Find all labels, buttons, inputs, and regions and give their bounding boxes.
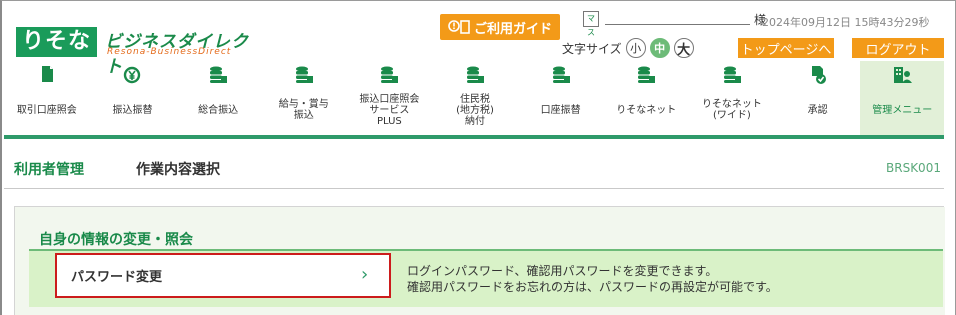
nav-label: りそなネット (ワイド) xyxy=(701,99,762,121)
font-size-label: 文字サイズ xyxy=(562,41,622,56)
description-line-2: 確認用パスワードをお忘れの方は、パスワードの再設定が可能です。 xyxy=(407,280,778,294)
main-panel: 自身の情報の変更・照会 パスワード変更 › ログインパスワード、確認用パスワード… xyxy=(14,206,945,315)
yen-icon xyxy=(124,66,141,84)
font-size-small-button[interactable]: 小 xyxy=(625,38,646,58)
nav-item-transfer[interactable]: 振込振替 xyxy=(90,61,176,135)
main-nav: 取引口座照会 振込振替 総合振込 給与・賞与 振込 振込口座照会 サービス PL… xyxy=(4,61,945,135)
top-page-button[interactable]: トップページへ xyxy=(738,38,834,58)
logo-service-subname: Resona-BusinessDirect xyxy=(107,47,232,57)
chevron-right-icon: › xyxy=(361,264,369,285)
nav-item-bulk-transfer[interactable]: 総合振込 xyxy=(175,61,261,135)
nav-label: 振込振替 xyxy=(112,104,153,116)
admin-icon xyxy=(894,67,913,83)
nav-item-direct-debit[interactable]: 口座振替 xyxy=(518,61,604,135)
password-change-description: ログインパスワード、確認用パスワードを変更できます。 確認用パスワードをお忘れの… xyxy=(407,263,778,295)
approve-icon xyxy=(811,66,826,84)
logo-brand: りそな xyxy=(16,27,98,57)
password-change-button[interactable]: パスワード変更 › xyxy=(55,253,391,298)
nav-item-payroll[interactable]: 給与・賞与 振込 xyxy=(261,61,347,135)
nav-item-account-inquiry[interactable]: 取引口座照会 xyxy=(4,61,90,135)
nav-item-resident-tax[interactable]: 住民税 (地方税) 納付 xyxy=(432,61,518,135)
coin-stack-icon xyxy=(381,66,399,83)
coin-stack-icon xyxy=(638,66,656,83)
coin-stack-icon xyxy=(467,66,485,83)
nav-label: 取引口座照会 xyxy=(16,104,77,116)
user-name-field xyxy=(605,11,750,25)
user-icon: マス xyxy=(583,11,599,37)
nav-item-resona-net[interactable]: りそなネット xyxy=(603,61,689,135)
nav-label: 承認 xyxy=(807,104,828,116)
app-window: りそな ビジネスダイレクト Resona-BusinessDirect ご利用ガ… xyxy=(0,0,956,315)
password-change-label: パスワード変更 xyxy=(71,270,163,285)
menu-row-password: パスワード変更 › ログインパスワード、確認用パスワードを変更できます。 確認用… xyxy=(29,251,943,307)
coin-stack-icon xyxy=(295,66,313,83)
nav-item-transfer-account-inquiry-plus[interactable]: 振込口座照会 サービス PLUS xyxy=(347,61,433,135)
nav-label: 管理メニュー xyxy=(872,104,933,116)
logout-button[interactable]: ログアウト xyxy=(852,38,944,58)
usage-guide-label: ご利用ガイド xyxy=(473,21,552,37)
page-category: 利用者管理 xyxy=(14,162,84,178)
coin-stack-icon xyxy=(723,66,741,83)
page-title: 作業内容選択 xyxy=(136,162,220,178)
nav-label: 振込口座照会 サービス PLUS xyxy=(359,93,420,127)
resona-logo[interactable]: りそな ビジネスダイレクト Resona-BusinessDirect xyxy=(16,27,266,77)
nav-label: 口座振替 xyxy=(540,104,581,116)
usage-guide-button[interactable]: ご利用ガイド xyxy=(440,14,560,40)
screen-code: BRSK001 xyxy=(886,161,941,175)
login-datetime: 2024年09月12日 15時43分29秒 xyxy=(762,16,930,29)
font-size-switcher: 文字サイズ 小 中 大 xyxy=(562,38,694,58)
panel-background: 自身の情報の変更・照会 パスワード変更 › ログインパスワード、確認用パスワード… xyxy=(15,207,945,315)
coin-stack-icon xyxy=(210,66,228,83)
nav-item-resona-net-wide[interactable]: りそなネット (ワイド) xyxy=(689,61,775,135)
logo-service: ビジネスダイレクト Resona-BusinessDirect xyxy=(101,27,266,77)
user-info: マス 様 xyxy=(583,11,766,37)
nav-label: 総合振込 xyxy=(198,104,239,116)
nav-label: 住民税 (地方税) 納付 xyxy=(456,93,494,127)
nav-item-approval[interactable]: 承認 xyxy=(775,61,861,135)
font-size-medium-button[interactable]: 中 xyxy=(649,38,670,58)
nav-label: りそなネット xyxy=(616,104,677,116)
nav-underline xyxy=(4,135,944,139)
title-divider xyxy=(4,188,944,189)
section-title: 自身の情報の変更・照会 xyxy=(39,232,193,248)
guide-book-icon xyxy=(448,20,470,34)
document-icon xyxy=(41,66,53,82)
font-size-large-button[interactable]: 大 xyxy=(673,38,694,58)
nav-item-admin-menu[interactable]: 管理メニュー xyxy=(860,61,945,135)
coin-stack-icon xyxy=(552,66,570,83)
nav-label: 給与・賞与 振込 xyxy=(278,99,329,121)
description-line-1: ログインパスワード、確認用パスワードを変更できます。 xyxy=(407,264,718,278)
